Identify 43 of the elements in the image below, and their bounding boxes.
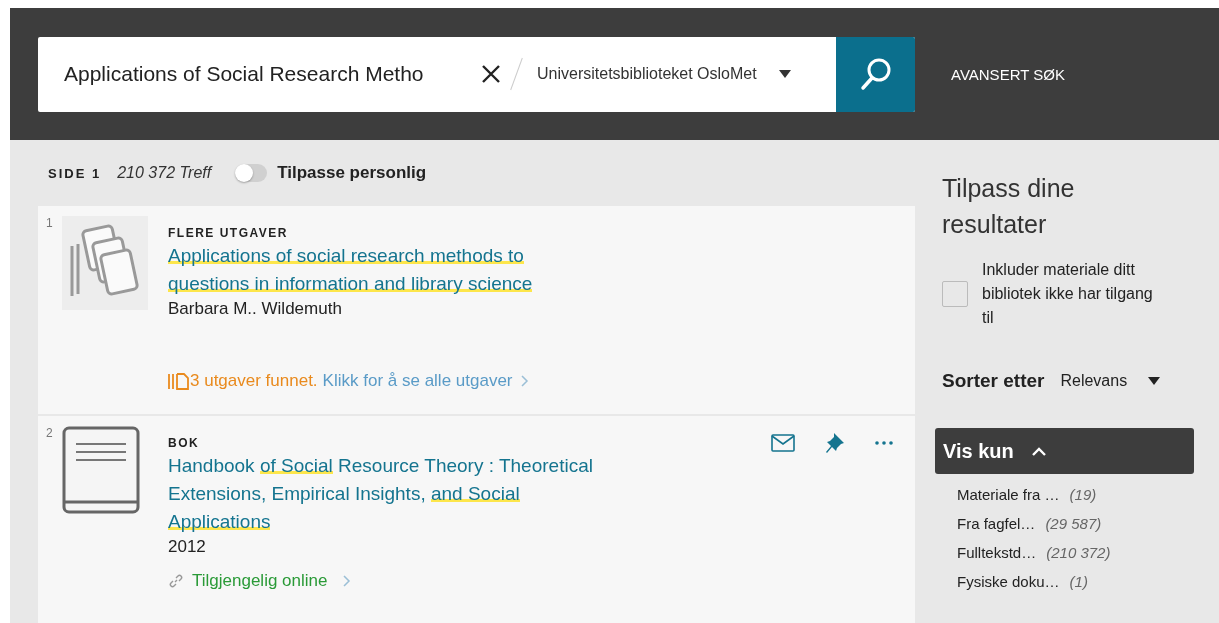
result-number: 1: [46, 216, 54, 232]
search-field[interactable]: Applications of Social Research Metho: [62, 61, 466, 87]
checkbox-label: Inkluder materiale ditt bibliotek ikke har tilgang til: [982, 260, 1154, 328]
search-button[interactable]: [836, 36, 915, 112]
filter-option[interactable]: Fra fagfel…: [957, 515, 1036, 532]
material-type: FLERE UTGAVER: [168, 226, 289, 240]
scope-dropdown[interactable]: Universitetsbiblioteket OsloMet: [537, 65, 757, 83]
toggle-label: Tilpasse personlig: [277, 163, 427, 183]
filter-option[interactable]: Materiale fra …: [957, 486, 1060, 503]
filter-section-header[interactable]: Vis kun: [935, 428, 1194, 474]
sort-label: Sorter etter: [942, 370, 1045, 392]
author-name: Barbara M.. Wildemuth: [168, 299, 343, 319]
material-type: BOK: [168, 436, 201, 450]
hit-count: 210 372 Treff: [117, 164, 212, 182]
filter-count: (29 587): [1045, 515, 1102, 532]
chevron-icon: [520, 375, 529, 387]
chevron-icon: [343, 575, 352, 587]
close-icon[interactable]: [480, 63, 502, 85]
filter-option[interactable]: Fulltekstd…: [957, 544, 1037, 561]
sort-dropdown[interactable]: Relevans: [1060, 372, 1149, 390]
caret-icon: [1148, 377, 1161, 385]
page-label: SIDE 1: [48, 165, 102, 181]
multiple-documents-icon: [62, 216, 148, 310]
versions-count: 3 utgaver funnet.: [190, 371, 318, 391]
result-title-link[interactable]: Handbook of Social Resource Theory : Theoretical Extensions, Empirical Insights, and Social Applications: [168, 452, 598, 536]
caret-icon: [778, 70, 791, 78]
filter-count: (1): [1069, 573, 1088, 590]
filter-option[interactable]: Fysiske doku…: [957, 573, 1060, 590]
versions-icon: [168, 372, 190, 390]
link-icon: [168, 573, 184, 589]
more-icon[interactable]: [875, 441, 893, 445]
checkbox[interactable]: [942, 281, 968, 307]
book-icon: [62, 426, 142, 516]
publication-year: 2012: [168, 537, 207, 557]
pin-icon[interactable]: [825, 432, 845, 454]
filter-count: (19): [1069, 486, 1097, 503]
search-icon: [859, 57, 892, 91]
email-icon[interactable]: [771, 434, 795, 452]
result-number: 2: [46, 426, 54, 442]
advanced-search-link[interactable]: AVANSERT SØK: [951, 65, 1065, 83]
filter-count: (210 372): [1046, 544, 1111, 561]
sidebar-title: Tilpass dine resultater: [942, 173, 1076, 240]
toggle-switch[interactable]: [235, 164, 268, 182]
